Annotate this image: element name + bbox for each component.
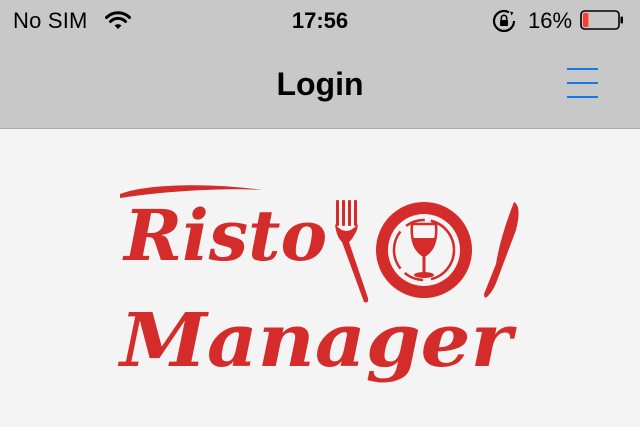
menu-button[interactable] — [560, 64, 604, 104]
status-bar: No SIM 17:56 16% — [0, 0, 640, 42]
knife-icon — [484, 202, 519, 298]
navigation-bar: Login — [0, 42, 640, 129]
battery-fill — [583, 13, 589, 27]
menu-line — [567, 96, 598, 98]
menu-line — [567, 82, 598, 84]
menu-line — [567, 68, 598, 70]
logo-line1: Risto — [122, 194, 327, 277]
fork-icon — [335, 200, 369, 303]
logo-line2: Manager — [117, 298, 518, 384]
battery-icon — [580, 10, 623, 30]
battery-percent: 16% — [528, 8, 573, 33]
risto-manager-logo: Risto Manager — [117, 185, 519, 384]
orientation-lock-icon — [492, 9, 516, 33]
page-title: Login — [276, 66, 364, 102]
